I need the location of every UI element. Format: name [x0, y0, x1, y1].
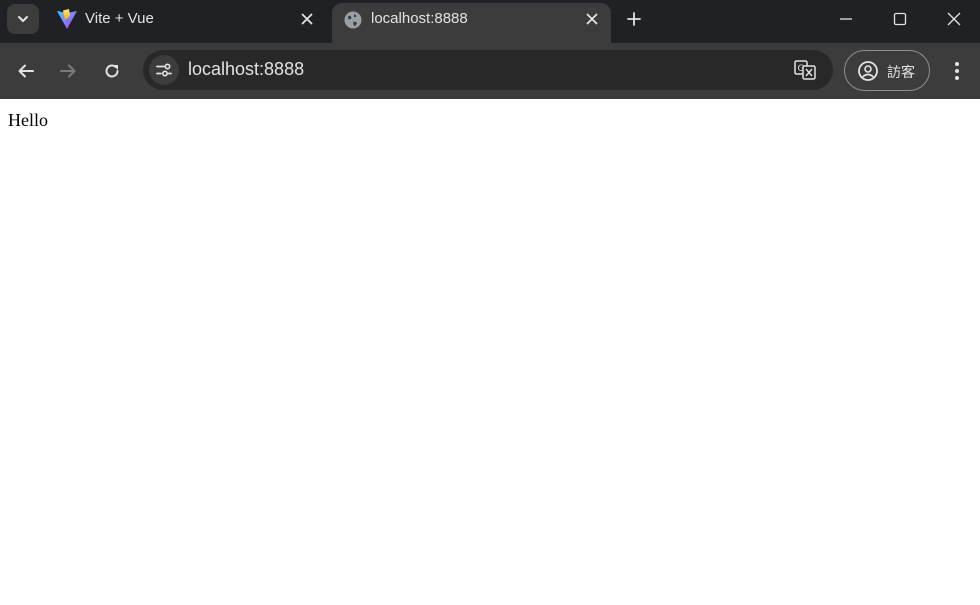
- tab-close-button[interactable]: [296, 8, 318, 30]
- tab-title: Vite + Vue: [85, 10, 154, 27]
- chevron-down-icon: [18, 16, 28, 22]
- maximize-icon: [893, 12, 907, 26]
- forward-button[interactable]: [52, 55, 84, 87]
- tab-strip: Vite + Vue localhost:8888: [0, 0, 980, 43]
- arrow-left-icon: [18, 64, 34, 78]
- browser-menu-button[interactable]: [943, 55, 971, 87]
- globe-icon: [342, 9, 364, 31]
- translate-button[interactable]: G: [793, 59, 817, 81]
- site-info-button[interactable]: [149, 55, 179, 85]
- minimize-icon: [840, 18, 852, 20]
- page-viewport: Hello: [0, 99, 980, 605]
- browser-toolbar: localhost:8888 G 訪客: [0, 43, 980, 99]
- tune-icon: [156, 63, 172, 77]
- tab-localhost[interactable]: localhost:8888: [332, 3, 611, 43]
- profile-button[interactable]: 訪客: [844, 50, 930, 91]
- close-icon: [586, 13, 598, 25]
- maximize-button[interactable]: [873, 0, 927, 38]
- reload-button[interactable]: [96, 55, 128, 87]
- close-icon: [301, 13, 313, 25]
- address-bar[interactable]: localhost:8888 G: [143, 50, 833, 90]
- translate-icon: G: [794, 60, 816, 80]
- plus-icon: [627, 12, 641, 26]
- page-body-text: Hello: [8, 110, 48, 130]
- tab-title: localhost:8888: [371, 10, 468, 27]
- reload-icon: [105, 64, 119, 78]
- tab-close-button[interactable]: [581, 8, 603, 30]
- arrow-right-icon: [60, 64, 76, 78]
- close-icon: [947, 12, 961, 26]
- account-circle-icon: [857, 60, 879, 82]
- back-button[interactable]: [10, 55, 42, 87]
- url-text[interactable]: localhost:8888: [188, 59, 304, 80]
- window-close-button[interactable]: [927, 0, 980, 38]
- new-tab-button[interactable]: [621, 6, 647, 32]
- tab-search-button[interactable]: [7, 4, 39, 34]
- tab-vite-vue[interactable]: Vite + Vue: [44, 0, 330, 39]
- profile-label: 訪客: [887, 64, 915, 80]
- vite-logo-icon: [56, 8, 78, 30]
- more-vert-icon: [955, 62, 959, 80]
- minimize-button[interactable]: [819, 0, 873, 38]
